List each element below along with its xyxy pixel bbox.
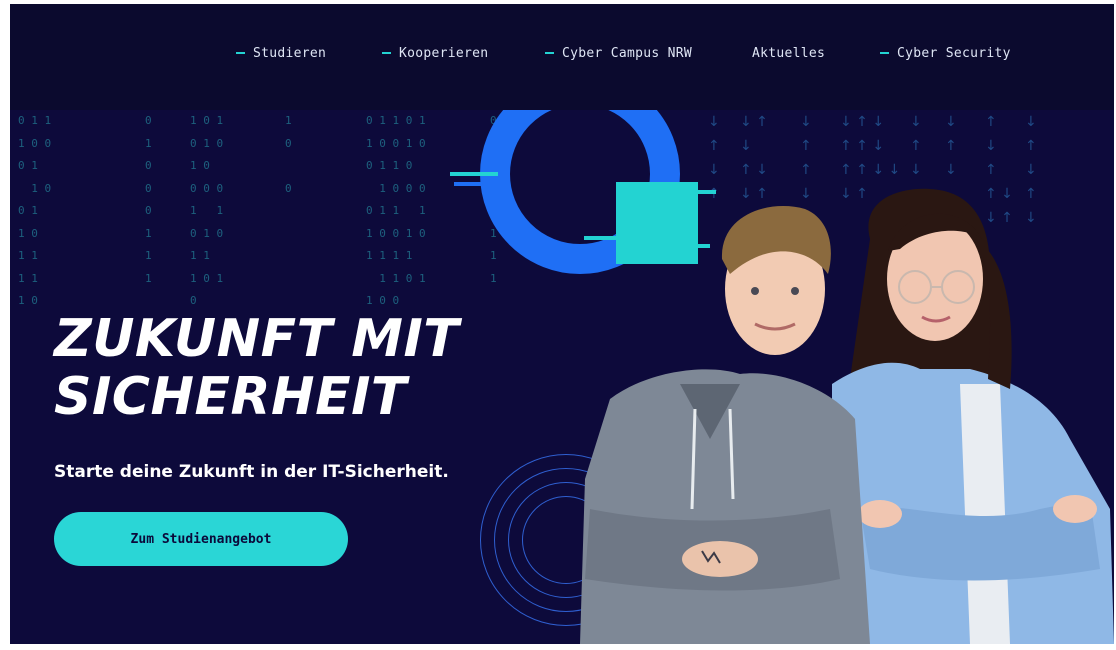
nav-item-label: Aktuelles bbox=[752, 46, 826, 61]
nav-item-cyber-campus-nrw[interactable]: Cyber Campus NRW bbox=[545, 46, 692, 61]
study-offer-button[interactable]: Zum Studienangebot bbox=[54, 512, 348, 566]
nav-item-kooperieren[interactable]: Kooperieren bbox=[382, 46, 488, 61]
nav-item-label: Cyber Campus NRW bbox=[562, 46, 693, 61]
nav-item-aktuelles[interactable]: Aktuelles bbox=[752, 46, 825, 61]
hero-section: 0 1 1 1 0 0 0 1 1 0 0 1 1 0 1 1 1 1 1 0 … bbox=[10, 4, 1114, 644]
dash-icon bbox=[880, 51, 889, 54]
nav-item-label: Studieren bbox=[253, 46, 327, 61]
nav-item-studieren[interactable]: Studieren bbox=[236, 46, 326, 61]
hero-headline: ZUKUNFT MIT SICHERHEIT bbox=[54, 310, 459, 426]
nav-item-cyber-security[interactable]: Cyber Security bbox=[880, 46, 1011, 61]
glitch-line bbox=[454, 182, 492, 186]
hero-headline-line-1: ZUKUNFT MIT bbox=[54, 309, 460, 369]
main-nav: Studieren Kooperieren Cyber Campus NRW A… bbox=[10, 46, 1114, 70]
hero-subline: Starte deine Zukunft in der IT-Sicherhei… bbox=[54, 462, 449, 482]
nav-item-label: Cyber Security bbox=[897, 46, 1011, 61]
students-photo bbox=[580, 188, 1114, 644]
nav-item-label: Kooperieren bbox=[399, 46, 489, 61]
glitch-line bbox=[450, 172, 498, 176]
top-navigation-bar: Studieren Kooperieren Cyber Campus NRW A… bbox=[10, 4, 1114, 110]
hero-headline-line-2: SICHERHEIT bbox=[54, 367, 407, 427]
dash-icon bbox=[236, 51, 245, 54]
dash-icon bbox=[382, 51, 391, 54]
dash-icon bbox=[545, 51, 554, 54]
